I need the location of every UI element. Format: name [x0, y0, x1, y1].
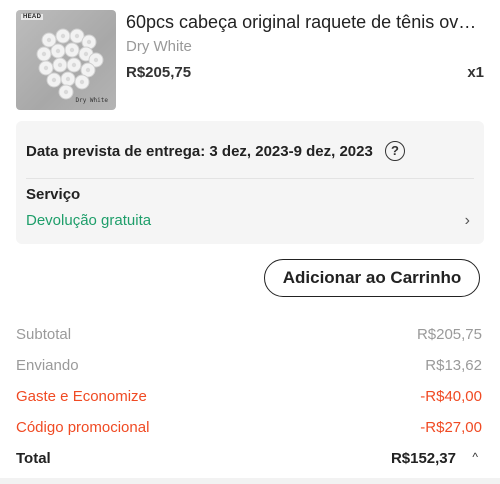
total-label: Total [16, 450, 51, 467]
delivery-service-card: Data prevista de entrega: 3 dez, 2023-9 … [16, 121, 484, 244]
spend-save-row: Gaste e Economize -R$40,00 [16, 388, 482, 412]
service-label: Serviço [26, 186, 81, 203]
chevron-right-icon[interactable]: › [465, 212, 470, 230]
product-item[interactable]: HEAD Dry White 60pcs cabeça original raq… [16, 10, 500, 112]
shipping-row: Enviando R$13,62 [16, 357, 482, 381]
shipping-label: Enviando [16, 357, 79, 374]
spend-save-label: Gaste e Economize [16, 388, 147, 405]
promo-code-label: Código promocional [16, 419, 150, 436]
spend-save-value: -R$40,00 [420, 388, 482, 405]
subtotal-row: Subtotal R$205,75 [16, 326, 482, 350]
product-quantity: x1 [467, 64, 484, 81]
shipping-value: R$13,62 [425, 357, 482, 374]
promo-code-row: Código promocional -R$27,00 [16, 419, 482, 443]
product-price: R$205,75 [126, 64, 192, 81]
help-icon[interactable]: ? [385, 141, 405, 161]
product-title[interactable]: 60pcs cabeça original raquete de tênis o… [126, 12, 488, 33]
brand-logo: HEAD [21, 14, 44, 20]
product-variant: Dry White [126, 38, 192, 55]
subtotal-label: Subtotal [16, 326, 72, 343]
total-value: R$152,37 [390, 450, 456, 467]
chevron-up-icon[interactable]: ^ [472, 450, 478, 464]
service-value[interactable]: Devolução gratuita [26, 212, 151, 229]
divider [26, 178, 474, 179]
delivery-estimate: Data prevista de entrega: 3 dez, 2023-9 … [26, 143, 373, 160]
subtotal-value: R$205,75 [416, 326, 482, 343]
product-thumbnail[interactable]: HEAD Dry White [16, 10, 116, 110]
image-caption: Dry White [75, 97, 108, 104]
total-row[interactable]: Total R$152,37 ^ [16, 450, 482, 474]
product-image-grips [36, 28, 104, 100]
promo-code-value: -R$27,00 [420, 419, 482, 436]
add-to-cart-button[interactable]: Adicionar ao Carrinho [264, 259, 480, 297]
bottom-bar [0, 478, 500, 484]
